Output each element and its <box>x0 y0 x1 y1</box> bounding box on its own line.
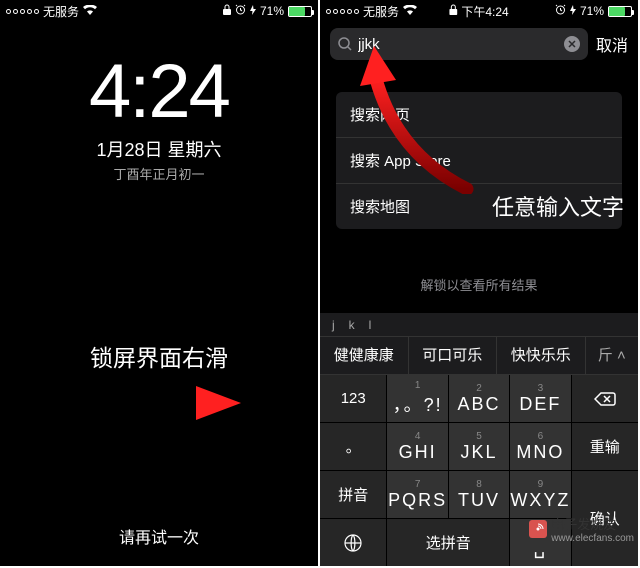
key-2-abc[interactable]: 2ABC <box>449 375 509 422</box>
key-retype[interactable]: 重输 <box>572 423 638 470</box>
key-7-pqrs[interactable]: 7PQRS <box>387 471 447 518</box>
wifi-icon <box>403 4 417 18</box>
charging-icon <box>570 4 576 18</box>
key-globe[interactable] <box>320 519 386 566</box>
red-arrow-to-search <box>352 44 482 194</box>
alarm-icon <box>235 4 246 18</box>
retry-message: 请再试一次 <box>0 524 318 548</box>
phrase[interactable]: 快快乐乐 <box>497 337 586 375</box>
search-icon <box>338 37 352 51</box>
clock-date: 1月28日 星期六 <box>64 136 254 162</box>
phrase[interactable]: 可口可乐 <box>409 337 498 375</box>
alarm-icon <box>555 4 566 18</box>
battery-percent: 71% <box>580 4 604 18</box>
candidate-bar: j k l <box>320 313 638 337</box>
key-4-ghi[interactable]: 4GHI <box>387 423 447 470</box>
key-9-wxyz[interactable]: 9WXYZ <box>510 471 570 518</box>
red-arrow-right <box>46 378 246 428</box>
signal-indicator <box>326 9 359 14</box>
key-6-mno[interactable]: 6MNO <box>510 423 570 470</box>
battery-icon <box>608 6 632 17</box>
key-8-tuv[interactable]: 8TUV <box>449 471 509 518</box>
key-pinyin[interactable]: 拼音 <box>320 471 386 518</box>
watermark-text: 电子发烧友 <box>551 514 634 533</box>
clear-button[interactable]: ✕ <box>564 36 580 52</box>
search-screen-phone: 无服务 下午4:24 71% ✕ 取消 搜索网页 <box>320 0 638 566</box>
watermark-logo-icon <box>529 520 547 538</box>
candidate[interactable]: j <box>332 318 335 332</box>
lock-icon <box>449 4 457 18</box>
phrase[interactable]: 健健康康 <box>320 337 409 375</box>
annotation-text: 任意输入文字 <box>492 190 624 222</box>
status-time: 下午4:24 <box>461 3 508 20</box>
carrier-label: 无服务 <box>363 3 399 20</box>
candidate[interactable]: l <box>369 318 372 332</box>
battery-icon <box>288 6 312 17</box>
charging-icon <box>250 4 256 18</box>
lock-icon <box>223 4 231 18</box>
status-bar: 无服务 下午4:24 71% <box>320 0 638 20</box>
clock-time: 4:24 <box>64 54 254 130</box>
key-5-jkl[interactable]: 5JKL <box>449 423 509 470</box>
key-123[interactable]: 123 <box>320 375 386 422</box>
key-period[interactable]: 。 <box>320 423 386 470</box>
lock-instruction: 锁屏界面右滑 <box>0 339 318 373</box>
lock-clock: 4:24 1月28日 星期六 丁酉年正月初一 <box>64 54 254 183</box>
status-bar: 无服务 71% <box>0 0 318 20</box>
watermark-url: www.elecfans.com <box>551 533 634 544</box>
candidate[interactable]: k <box>349 318 355 332</box>
watermark: 电子发烧友 www.elecfans.com <box>529 514 634 544</box>
carrier-label: 无服务 <box>43 3 79 20</box>
key-select-pinyin[interactable]: 选拼音 <box>387 519 509 566</box>
key-backspace[interactable] <box>572 375 638 422</box>
signal-indicator <box>6 9 39 14</box>
key-1[interactable]: 1，。?! <box>387 375 447 422</box>
battery-percent: 71% <box>260 4 284 18</box>
wifi-icon <box>83 4 97 18</box>
key-3-def[interactable]: 3DEF <box>510 375 570 422</box>
clock-lunar: 丁酉年正月初一 <box>64 164 254 183</box>
lock-screen-phone: 无服务 71% 4:24 1月28日 星期六 丁酉年正月初一 锁屏界面右滑 请再… <box>0 0 318 566</box>
unlock-hint: 解锁以查看所有结果 <box>320 275 638 294</box>
cancel-button[interactable]: 取消 <box>596 32 628 56</box>
phrase-bar: 健健康康 可口可乐 快快乐乐 斤 ˄ <box>320 337 638 375</box>
phrase-more[interactable]: 斤 ˄ <box>586 337 639 375</box>
